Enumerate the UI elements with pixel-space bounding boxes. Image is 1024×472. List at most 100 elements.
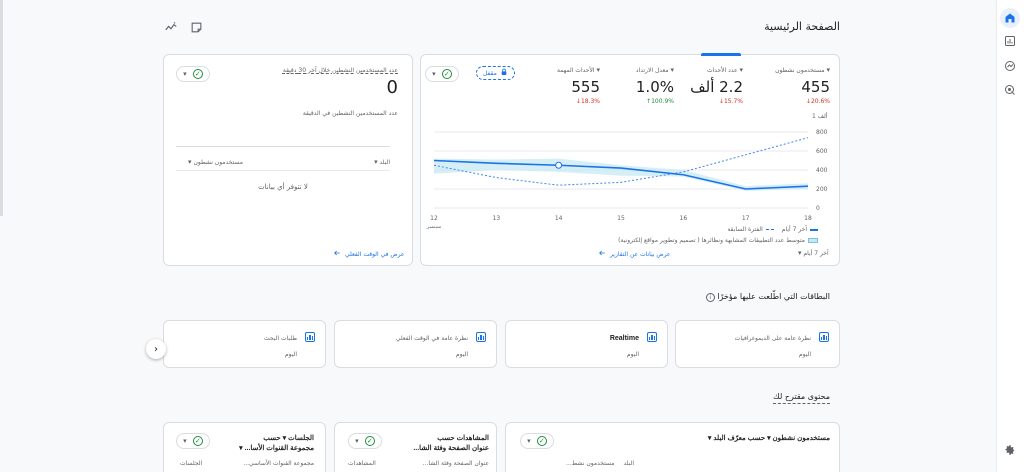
data-point [555, 161, 563, 169]
recent-card-demographics[interactable]: نظرة عامة على الديموغرافيات اليوم [675, 320, 840, 368]
metric-active-users[interactable]: ▾ مستخدمون نشطون 455 20.6%↓ [760, 66, 830, 105]
metric-value: 1.0% [635, 78, 674, 96]
check-circle-icon: ✓ [192, 69, 203, 79]
suggested-card-title[interactable]: مستخدمون نشطون ▾ حسب معرّف البلد ▾ [708, 434, 830, 442]
suggested-card-title-2[interactable]: مجموعة القنوات الأسا... ▾ [239, 444, 314, 452]
metric-event-count[interactable]: ▾ عدد الأحداث 2.2 ألف 15.7%↓ [673, 66, 743, 105]
check-circle-icon: ✓ [192, 436, 203, 446]
lock-chip[interactable]: مقفل [476, 66, 515, 80]
status-dropdown[interactable]: ▾ ✓ [425, 66, 459, 82]
legend-label-current: آخر 7 أيام [781, 226, 807, 233]
top-actions [164, 19, 203, 38]
metric-value: 2.2 ألف [690, 78, 743, 96]
chevron-right-icon: › [154, 343, 158, 355]
col-header: مجموعة القنوات الأساسي... [243, 460, 314, 467]
realtime-title: عدد المستخدمين النشطين خلال آخر 30 دقيقة [282, 67, 398, 74]
card-title: نظرة عامة في الوقت الفعلي [395, 335, 468, 342]
annotation-icon[interactable] [190, 19, 203, 38]
legend-swatch-dashed [765, 229, 774, 230]
y-unit-label: 1 ألف [812, 112, 828, 120]
info-icon[interactable]: i [705, 293, 715, 302]
legend-item-previous: الفترة السابقة [727, 226, 774, 233]
suggested-card-title[interactable]: المشاهدات حسب [437, 434, 489, 442]
x-tick-label: 15 [617, 215, 625, 222]
chevron-down-icon: ▾ [432, 70, 436, 78]
metric-change: 100.9%↑ [646, 98, 674, 105]
admin-gear-icon[interactable] [1000, 440, 1020, 460]
report-chart-icon [476, 332, 486, 342]
col-header: الجلسات [180, 460, 203, 467]
metric-bounce-rate[interactable]: ▾ معدل الارتداد 1.0% 100.9%↑ [604, 66, 674, 105]
card-subtitle: اليوم [626, 351, 639, 358]
lock-label: مقفل [483, 69, 497, 77]
x-month-label: سبتمبر [426, 224, 441, 230]
divider [176, 170, 390, 171]
recent-card-realtime-overview[interactable]: نظرة عامة في الوقت الفعلي اليوم [334, 320, 497, 368]
insights-icon[interactable] [164, 19, 178, 38]
metric-key-events[interactable]: ▾ الأحداث المهمة 555 18.3%↓ [530, 66, 600, 105]
realtime-link-label: عرض في الوقت الفعلي [345, 250, 405, 258]
page-title: الصفحة الرئيسية [764, 20, 840, 33]
arrow-icon [598, 249, 606, 259]
realtime-status-dropdown[interactable]: ▾ ✓ [176, 66, 210, 82]
view-reports-label: عرض بيانات عن التقارير [610, 250, 671, 258]
view-reports-link[interactable]: عرض بيانات عن التقارير [598, 249, 671, 259]
legend-label-previous: الفترة السابقة [727, 226, 763, 233]
chevron-down-icon: ▾ [183, 70, 187, 78]
metric-value: 455 [801, 78, 830, 96]
left-edge-strip [0, 0, 3, 216]
chevron-down-icon: ▾ [798, 249, 802, 257]
y-tick-label: 200 [816, 186, 828, 193]
x-tick-label: 12 [430, 215, 438, 222]
y-tick-label: 0 [816, 205, 820, 212]
metric-label: ▾ عدد الأحداث [706, 66, 743, 74]
metric-label: ▾ الأحداث المهمة [556, 66, 600, 74]
home-icon[interactable] [1000, 8, 1020, 28]
report-chart-icon [647, 332, 657, 342]
report-chart-icon [819, 332, 829, 342]
card-title: Realtime [609, 335, 639, 342]
card-subtitle: اليوم [455, 351, 468, 358]
date-range-label: آخر 7 أيام [803, 250, 829, 257]
x-tick-label: 14 [555, 215, 563, 222]
suggested-section-title: محتوى مقترح لك [773, 392, 830, 404]
recent-card-search-queries[interactable]: طلبات البحث اليوم [163, 320, 326, 368]
col-header: البلد [623, 460, 634, 467]
col-header: مستخدمون نشط... [566, 460, 615, 467]
per-minute-label: عدد المستخدمين النشطين في الدقيقة [302, 110, 398, 117]
advertising-icon[interactable] [1000, 80, 1020, 100]
legend-swatch-solid [810, 228, 818, 231]
suggested-card-title[interactable]: الجلسات ▾ حسب [263, 434, 314, 442]
recent-card-realtime[interactable]: Realtime اليوم [505, 320, 668, 368]
lock-icon [500, 68, 508, 78]
suggested-status-dropdown[interactable]: ▾ ✓ [176, 433, 210, 449]
y-tick-label: 600 [816, 148, 828, 155]
x-tick-label: 17 [742, 215, 750, 222]
legend-item-current: آخر 7 أيام [782, 226, 818, 233]
y-tick-label: 800 [816, 129, 828, 136]
metric-change: 15.7%↓ [718, 98, 743, 105]
legend-item-benchmark: متوسط عدد التطبيقات المشابهة ونظائرها ( … [618, 237, 818, 244]
check-circle-icon: ✓ [441, 69, 452, 79]
realtime-link[interactable]: عرض في الوقت الفعلي [333, 249, 405, 259]
recent-title-text: البطاقات التي اطّلعت عليها مؤخرًا [717, 292, 830, 301]
reports-icon[interactable] [1000, 31, 1020, 51]
scroll-next-button[interactable]: › [146, 339, 166, 359]
suggested-status-dropdown[interactable]: ▾ ✓ [520, 433, 554, 449]
col-header: عنوان الصفحة وفئة الشا... [422, 460, 489, 467]
recent-section-title: البطاقات التي اطّلعت عليها مؤخرًا i [705, 292, 830, 302]
chevron-down-icon: ▾ [188, 158, 192, 166]
col-country-dropdown[interactable]: البلد ▾ [374, 158, 390, 166]
card-subtitle: اليوم [798, 351, 811, 358]
suggested-status-dropdown[interactable]: ▾ ✓ [348, 433, 382, 449]
nav-rail [996, 0, 1024, 472]
chevron-down-icon: ▾ [183, 437, 187, 445]
report-chart-icon [305, 332, 315, 342]
metric-value: 555 [571, 78, 600, 96]
col-users-dropdown[interactable]: مستخدمون نشطون ▾ [188, 158, 243, 166]
explore-icon[interactable] [1000, 56, 1020, 76]
suggested-card-title-2[interactable]: عنوان الصفحة وفئة الشا... [413, 444, 489, 452]
date-range-selector[interactable]: آخر 7 أيام ▾ [798, 249, 829, 257]
realtime-value: 0 [386, 77, 398, 98]
chevron-down-icon: ▾ [527, 437, 531, 445]
